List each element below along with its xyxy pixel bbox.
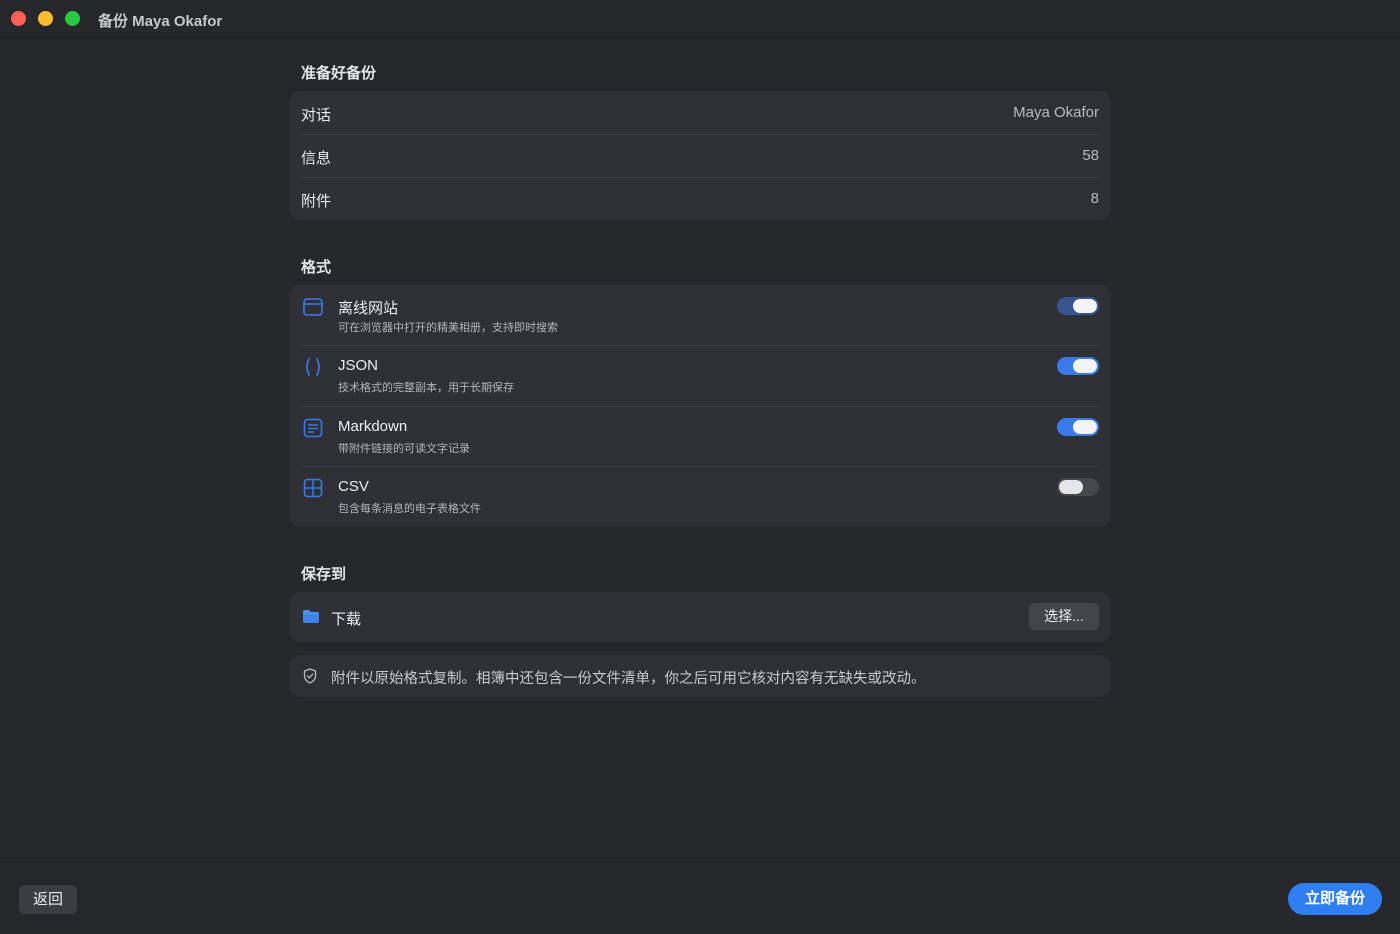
format-name: JSON	[338, 357, 379, 374]
window-title: 备份 Maya Okafor	[98, 13, 223, 30]
format-name: Markdown	[338, 418, 408, 435]
format-description: 带附件链接的可读文字记录	[338, 443, 470, 455]
close-window-button[interactable]	[11, 11, 26, 26]
format-name: CSV	[338, 478, 369, 495]
back-button[interactable]: 返回	[19, 885, 77, 914]
backup-window: 备份 Maya Okafor 准备好备份 对话 Maya Okafor 信息 5…	[0, 0, 1400, 934]
csv-toggle[interactable]	[1057, 478, 1099, 496]
zoom-window-button[interactable]	[65, 11, 80, 26]
summary-label: 附件	[301, 193, 332, 210]
summary-value: 8	[1090, 190, 1099, 207]
braces-icon	[306, 358, 320, 376]
format-row-offline-website[interactable]: 离线网站 可在浏览器中打开的精美相册，支持即时搜索	[289, 285, 1111, 346]
summary-card: 对话 Maya Okafor 信息 58 附件 8	[289, 91, 1111, 220]
format-row-csv[interactable]: CSV 包含每条消息的电子表格文件	[289, 466, 1111, 527]
summary-row-messages: 信息 58	[301, 134, 1099, 177]
document-text-icon	[303, 418, 323, 438]
browser-window-icon	[303, 298, 323, 316]
format-description: 可在浏览器中打开的精美相册，支持即时搜索	[338, 322, 558, 334]
shield-check-icon	[303, 668, 317, 684]
offline-website-toggle[interactable]	[1057, 297, 1099, 315]
summary-label: 信息	[301, 150, 332, 167]
markdown-toggle[interactable]	[1057, 418, 1099, 436]
json-toggle[interactable]	[1057, 357, 1099, 375]
summary-row-attachments: 附件 8	[301, 177, 1099, 220]
destination-folder-name: 下载	[331, 611, 362, 628]
footer-bar: 返回 立即备份	[0, 862, 1400, 934]
summary-value: Maya Okafor	[1013, 104, 1099, 121]
table-grid-icon	[303, 478, 323, 498]
summary-value: 58	[1082, 147, 1099, 164]
format-description: 包含每条消息的电子表格文件	[338, 503, 481, 515]
destination-card: 下载 选择...	[289, 592, 1111, 642]
format-row-json[interactable]: JSON 技术格式的完整副本，用于长期保存	[289, 345, 1111, 406]
format-row-markdown[interactable]: Markdown 带附件链接的可读文字记录	[289, 406, 1111, 467]
title-bar: 备份 Maya Okafor	[0, 0, 1400, 38]
formats-card: 离线网站 可在浏览器中打开的精美相册，支持即时搜索 JSON 技术格式的完整副本…	[289, 285, 1111, 527]
backup-now-button[interactable]: 立即备份	[1288, 883, 1382, 915]
choose-folder-button[interactable]: 选择...	[1029, 603, 1099, 630]
formats-section-title: 格式	[301, 259, 332, 276]
destination-section-title: 保存到	[301, 566, 347, 583]
summary-label: 对话	[301, 107, 332, 124]
summary-row-conversation: 对话 Maya Okafor	[301, 91, 1099, 134]
summary-section-title: 准备好备份	[301, 65, 377, 82]
integrity-note-text: 附件以原始格式复制。相簿中还包含一份文件清单，你之后可用它核对内容有无缺失或改动…	[331, 671, 926, 687]
format-description: 技术格式的完整副本，用于长期保存	[338, 382, 514, 394]
folder-icon	[303, 610, 319, 623]
integrity-note-card: 附件以原始格式复制。相簿中还包含一份文件清单，你之后可用它核对内容有无缺失或改动…	[289, 655, 1111, 697]
minimize-window-button[interactable]	[38, 11, 53, 26]
format-name: 离线网站	[338, 300, 399, 317]
